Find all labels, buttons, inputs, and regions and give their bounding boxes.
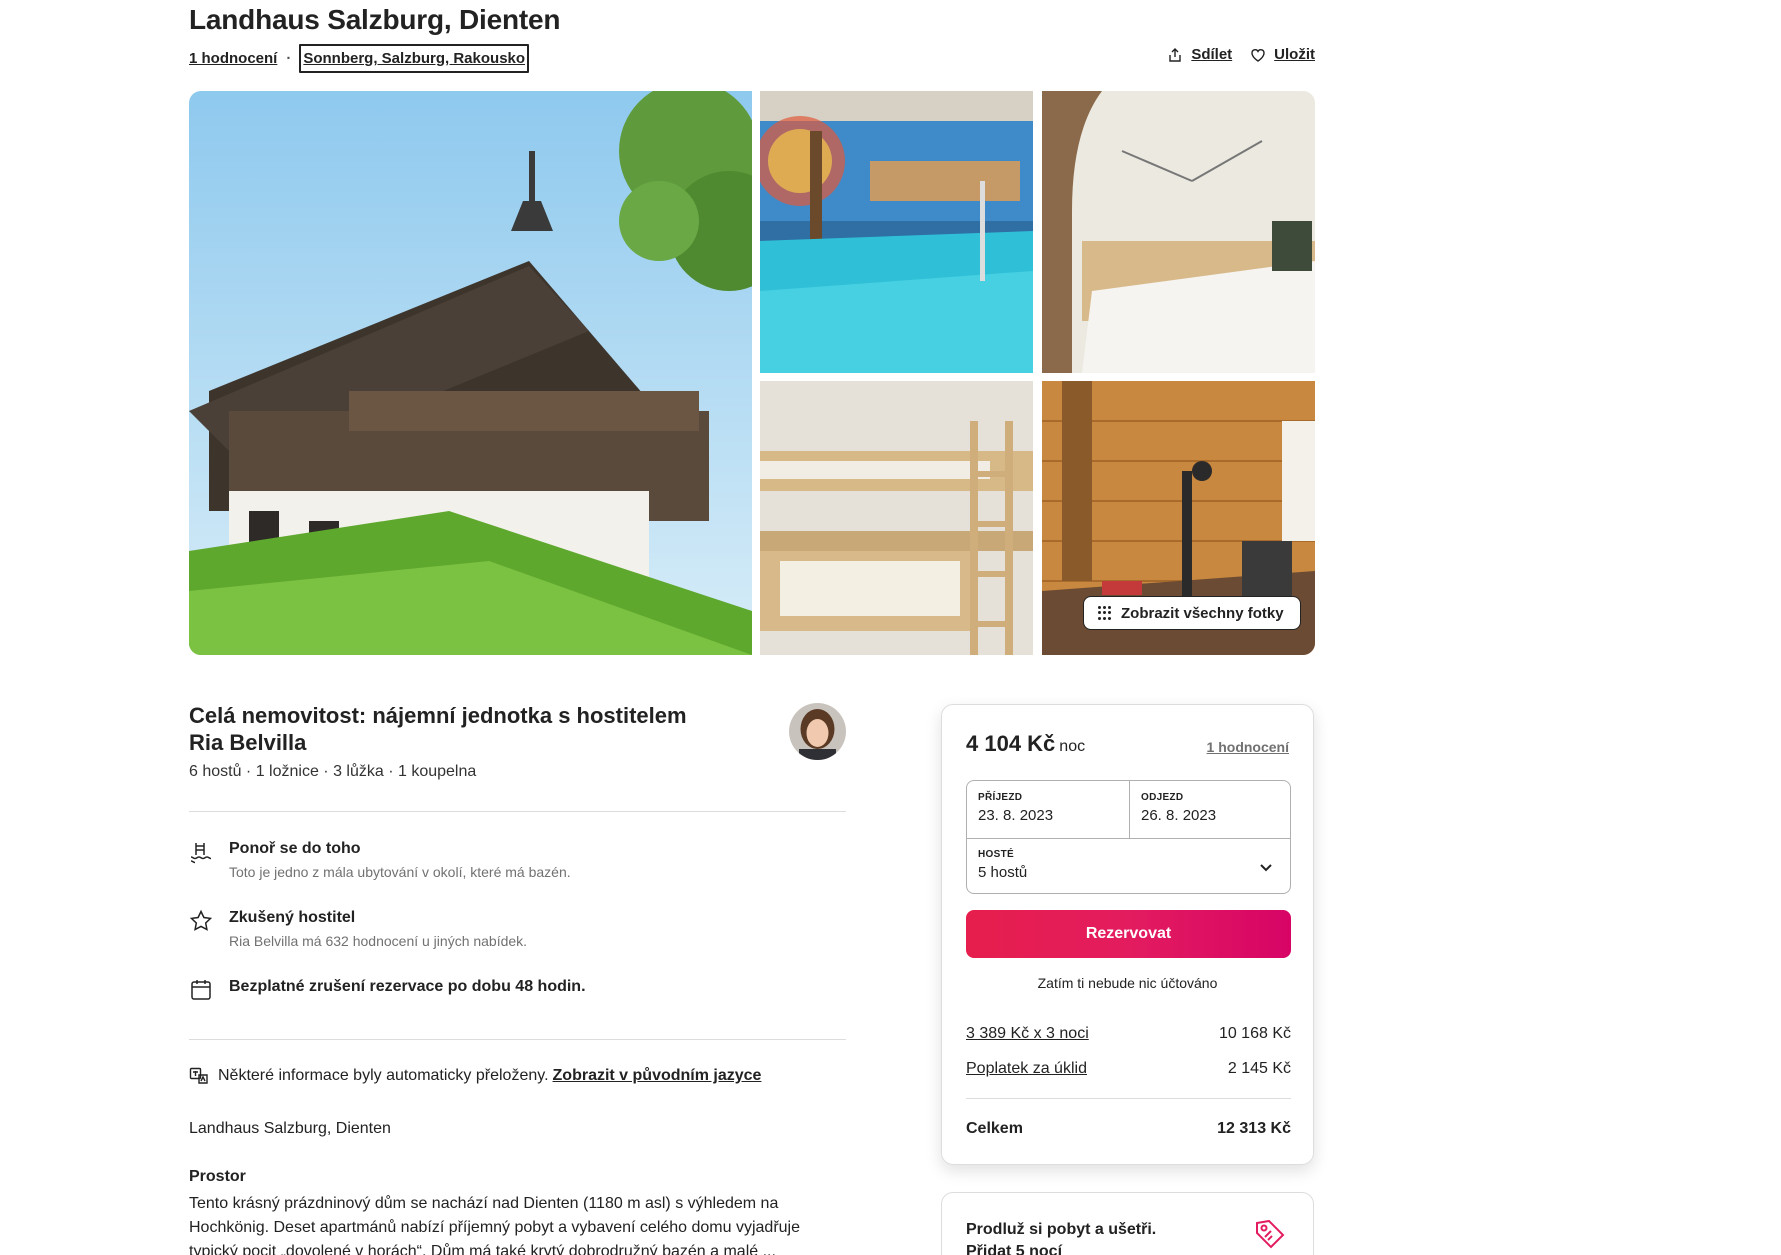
divider (966, 1098, 1291, 1099)
feature-subtitle: Toto je jedno z mála ubytování v okolí, … (229, 864, 571, 880)
save-label: Uložit (1274, 46, 1315, 63)
photo-bunk-bed-room[interactable] (760, 381, 1033, 655)
total-label: Celkem (966, 1120, 1023, 1137)
listing-type: Celá nemovitost: nájemní jednotka s host… (189, 703, 687, 728)
save-button[interactable]: Uložit (1250, 46, 1315, 63)
add-nights-link[interactable]: Přidat 5 nocí (966, 1243, 1062, 1255)
star-icon (189, 909, 215, 935)
listing-heading: Celá nemovitost: nájemní jednotka s host… (189, 702, 749, 756)
share-icon (1169, 47, 1182, 62)
translation-note: Některé informace byly automaticky přelo… (189, 1066, 761, 1086)
location-link[interactable]: Sonnberg, Salzburg, Rakousko (299, 44, 530, 73)
description-text: Tento krásný prázdninový dům se nachází … (189, 1195, 801, 1255)
photo-indoor-pool[interactable] (760, 91, 1033, 373)
heart-icon (1251, 48, 1265, 62)
show-all-photos-label: Zobrazit všechny fotky (1121, 604, 1284, 622)
price-line-amount: 10 168 Kč (1218, 1025, 1291, 1042)
price-line-label[interactable]: 3 389 Kč x 3 noci (966, 1025, 1089, 1043)
total-row: Celkem 12 313 Kč (966, 1120, 1291, 1138)
share-button[interactable]: Sdílet (1167, 46, 1232, 63)
feature-cancellation: Bezplatné zrušení rezervace po dobu 48 h… (189, 978, 586, 1004)
show-original-link[interactable]: Zobrazit v původním jazyce (553, 1067, 762, 1085)
promo-title: Prodluž si pobyt a ušetři. (966, 1221, 1157, 1238)
divider (189, 811, 846, 812)
feature-title: Ponoř se do toho (229, 840, 361, 857)
feature-title: Bezplatné zrušení rezervace po dobu 48 h… (229, 978, 586, 995)
photo-bedroom[interactable] (1042, 91, 1315, 373)
grid-dots-icon (1098, 606, 1112, 620)
price-line-label[interactable]: Poplatek za úklid (966, 1060, 1087, 1078)
nightly-price: 4 104 Kč noc (966, 731, 1085, 757)
checkin-value: 23. 8. 2023 (978, 807, 1054, 824)
host-name: Ria Belvilla (189, 730, 307, 755)
show-all-photos-button[interactable]: Zobrazit všechny fotky (1083, 596, 1301, 630)
feature-host: Zkušený hostitel Ria Belvilla má 632 hod… (189, 909, 527, 949)
checkout-field[interactable]: ODJEZD 26. 8. 2023 (1130, 781, 1292, 838)
date-guest-picker: PŘÍJEZD 23. 8. 2023 ODJEZD 26. 8. 2023 H… (966, 780, 1291, 894)
page-title: Landhaus Salzburg, Dienten (189, 4, 561, 35)
checkout-label: ODJEZD (1141, 792, 1184, 803)
translate-icon (189, 1067, 208, 1084)
booking-card: 4 104 Kč noc 1 hodnocení PŘÍJEZD 23. 8. 2… (941, 704, 1314, 1165)
price-unit: noc (1059, 738, 1086, 755)
guests-select[interactable]: HOSTÉ 5 hostů (967, 838, 1292, 895)
translation-text: Některé informace byly automaticky přelo… (218, 1067, 549, 1084)
feature-subtitle: Ria Belvilla má 632 hodnocení u jiných n… (229, 933, 528, 949)
photo-house-exterior[interactable] (189, 91, 752, 655)
feature-pool: Ponoř se do toho Toto je jedno z mála ub… (189, 840, 571, 880)
no-charge-note: Zatím ti nebude nic účtováno (1037, 975, 1218, 991)
section-title: Prostor (189, 1168, 246, 1185)
price-line-cleaning: Poplatek za úklid 2 145 Kč (966, 1060, 1291, 1078)
description-name: Landhaus Salzburg, Dienten (189, 1120, 391, 1137)
price-line-amount: 2 145 Kč (1227, 1060, 1291, 1077)
card-reviews-link[interactable]: 1 hodnocení (1207, 739, 1289, 755)
pool-icon (189, 840, 215, 866)
price-value: 4 104 Kč (966, 731, 1056, 756)
total-amount: 12 313 Kč (1217, 1120, 1291, 1137)
host-avatar[interactable] (789, 703, 846, 760)
chevron-down-icon[interactable] (1258, 859, 1274, 875)
checkin-field[interactable]: PŘÍJEZD 23. 8. 2023 (967, 781, 1129, 838)
guests-label: HOSTÉ (978, 849, 1014, 860)
guests-value: 5 hostů (978, 864, 1028, 881)
checkout-value: 26. 8. 2023 (1141, 807, 1217, 824)
checkin-label: PŘÍJEZD (978, 792, 1023, 803)
price-tag-icon (1256, 1219, 1285, 1249)
price-line-nights: 3 389 Kč x 3 noci 10 168 Kč (966, 1025, 1291, 1043)
feature-title: Zkušený hostitel (229, 909, 356, 926)
reviews-link[interactable]: 1 hodnocení (189, 50, 277, 67)
separator-dot: · (286, 50, 292, 67)
photo-gallery (189, 91, 1315, 655)
reserve-button[interactable]: Rezervovat (966, 910, 1291, 958)
listing-subheader: 1 hodnocení · Sonnberg, Salzburg, Rakous… (189, 44, 530, 73)
divider (189, 1039, 846, 1040)
header-actions: Sdílet Uložit (1167, 46, 1315, 63)
extend-stay-card: Prodluž si pobyt a ušetři. Přidat 5 nocí (941, 1192, 1314, 1255)
calendar-icon (189, 978, 215, 1004)
share-label: Sdílet (1191, 46, 1233, 63)
listing-specs: 6 hostů · 1 ložnice · 3 lůžka · 1 koupel… (189, 763, 477, 780)
